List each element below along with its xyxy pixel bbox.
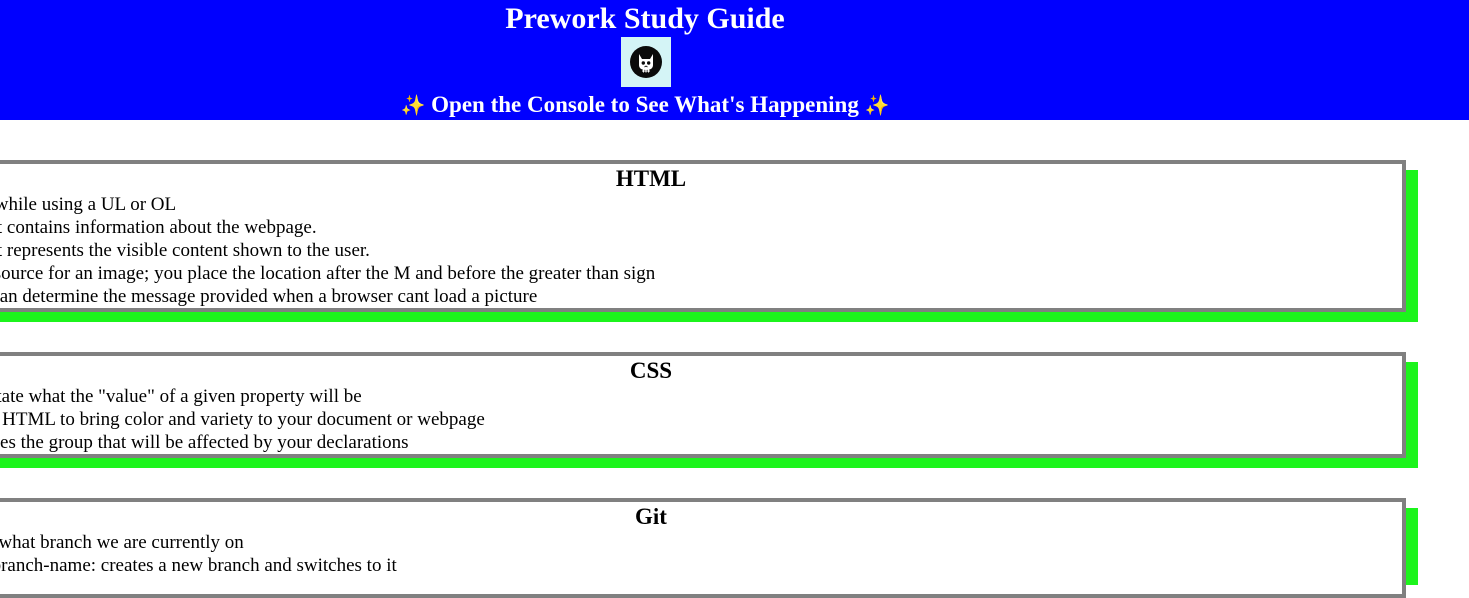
sparkle-icon-left: ✨ [400,93,426,117]
css-notes-list: ons dictate what the "value" of a given … [0,385,485,454]
list-item: element represents the visible content s… [0,240,370,261]
git-card: Git checks what branch we are currently … [0,498,1406,598]
section-title-css: CSS [629,358,673,383]
section-title-html: HTML [615,166,687,191]
list-item: use LI while using a UL or OL [0,194,177,215]
console-hint-text: Open the Console to See What's Happening [431,92,859,117]
sparkle-icon-right: ✨ [864,93,890,117]
list-item: out -b branch-name: creates a new branch… [0,555,397,576]
css-card: CSS ons dictate what the "value" of a gi… [0,352,1406,458]
html-notes-list: use LI while using a UL or OL element co… [0,193,655,308]
list-item: etermines the group that will be affecte… [0,432,409,453]
list-item: T you can determine the message provided… [0,286,538,307]
list-item: ks with HTML to bring color and variety … [0,409,485,430]
list-item: ons dictate what the "value" of a given … [0,386,362,407]
cat-skull-icon [621,37,671,87]
page-header: Prework Study Guide ✨ Open the Console t… [0,0,1469,120]
section-title-git: Git [635,504,667,529]
html-card: HTML use LI while using a UL or OL eleme… [0,160,1406,312]
page-title: Prework Study Guide [505,2,785,35]
list-item: element contains information about the w… [0,217,317,238]
git-notes-list: checks what branch we are currently on o… [0,531,397,577]
list-item: checks what branch we are currently on [0,532,244,553]
console-hint: ✨ Open the Console to See What's Happeni… [0,90,1290,120]
list-item: ding a source for an image; you place th… [0,263,656,284]
